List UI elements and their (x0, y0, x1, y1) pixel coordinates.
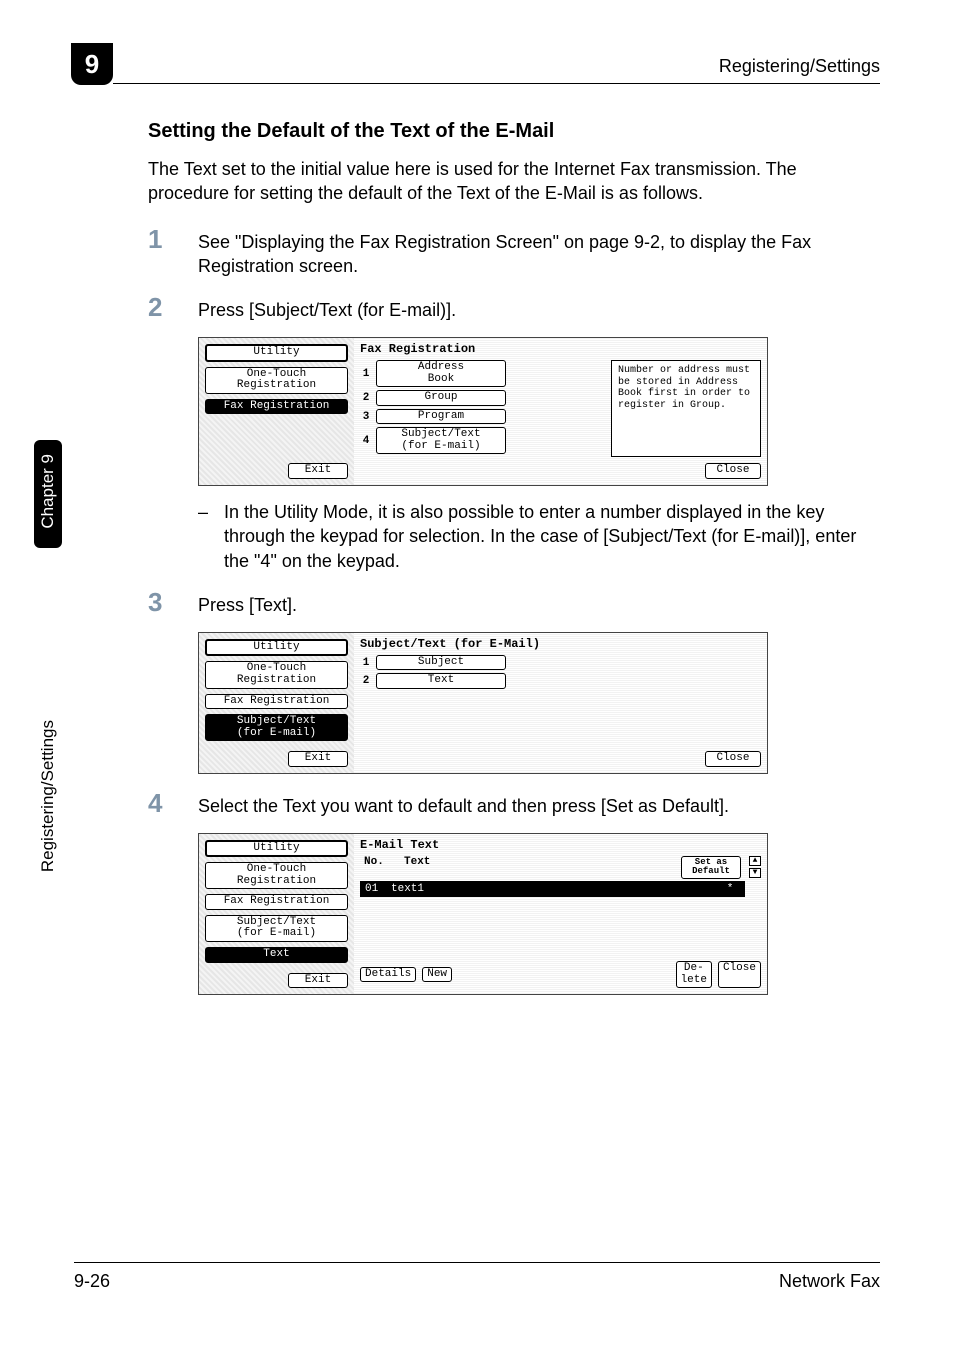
lcd-new-button[interactable]: New (422, 967, 452, 983)
lcd-utility-button[interactable]: Utility (205, 840, 348, 858)
lcd-menu-text[interactable]: Text (376, 673, 506, 689)
sidebar-chapter-label: Chapter 9 (34, 440, 62, 548)
page-heading: Setting the Default of the Text of the E… (148, 120, 880, 143)
bullet-dash: – (198, 500, 208, 573)
lcd-utility-button[interactable]: Utility (205, 639, 348, 657)
lcd-menu-program[interactable]: Program (376, 409, 506, 425)
lcd-title: E-Mail Text (360, 838, 761, 852)
lcd-delete-button[interactable]: De- lete (676, 961, 712, 988)
lcd-close-button[interactable]: Close (705, 751, 761, 767)
step-subnote: In the Utility Mode, it is also possible… (224, 500, 880, 573)
lcd-menu-subject-text[interactable]: Subject/Text (for E-mail) (376, 427, 506, 454)
lcd-scroll-down[interactable]: ▼ (749, 868, 761, 878)
lcd-menu-subject[interactable]: Subject (376, 655, 506, 671)
lcd-text-button[interactable]: Text (205, 947, 348, 963)
lcd-exit-button[interactable]: Exit (288, 973, 348, 989)
sidebar-section-label: Registering/Settings (34, 720, 62, 877)
lcd-row-text: text1 (391, 883, 720, 895)
step-text: See "Displaying the Fax Registration Scr… (198, 230, 880, 279)
lcd-col-no: No. (364, 856, 390, 879)
lcd-menu-group[interactable]: Group (376, 390, 506, 406)
lcd-exit-button[interactable]: Exit (288, 751, 348, 767)
step-number: 1 (148, 224, 170, 255)
footer-doc-title: Network Fax (779, 1271, 880, 1292)
lcd-screenshot-fax-registration: Utility One-Touch Registration Fax Regis… (198, 337, 768, 486)
lcd-row-default-star: * (720, 883, 740, 895)
lcd-info-note: Number or address must be stored in Addr… (611, 360, 761, 457)
lcd-subject-text-button[interactable]: Subject/Text (for E-mail) (205, 714, 348, 741)
step-text: Select the Text you want to default and … (198, 794, 729, 818)
lcd-scroll-up[interactable]: ▲ (749, 856, 761, 866)
lcd-one-touch-button[interactable]: One-Touch Registration (205, 862, 348, 889)
lcd-close-button[interactable]: Close (718, 961, 761, 988)
lcd-text-row[interactable]: 01 text1 * (360, 881, 745, 897)
lcd-utility-button[interactable]: Utility (205, 344, 348, 362)
lcd-title: Fax Registration (360, 342, 761, 356)
lcd-screenshot-email-text: Utility One-Touch Registration Fax Regis… (198, 833, 768, 995)
header-section-title: Registering/Settings (719, 56, 880, 77)
section-number-tab: 9 (71, 43, 113, 85)
lcd-fax-registration-button[interactable]: Fax Registration (205, 399, 348, 415)
lcd-row-no: 01 (365, 883, 391, 895)
lcd-one-touch-button[interactable]: One-Touch Registration (205, 367, 348, 394)
lcd-subject-text-button[interactable]: Subject/Text (for E-mail) (205, 915, 348, 942)
lcd-one-touch-button[interactable]: One-Touch Registration (205, 661, 348, 688)
lcd-menu-address-book[interactable]: Address Book (376, 360, 506, 387)
intro-paragraph: The Text set to the initial value here i… (148, 157, 880, 206)
lcd-screenshot-subject-text: Utility One-Touch Registration Fax Regis… (198, 632, 768, 774)
footer-page-number: 9-26 (74, 1271, 110, 1292)
step-text: Press [Subject/Text (for E-mail)]. (198, 298, 456, 322)
lcd-fax-registration-button[interactable]: Fax Registration (205, 894, 348, 910)
lcd-title: Subject/Text (for E-Mail) (360, 637, 761, 651)
step-text: Press [Text]. (198, 593, 297, 617)
step-number: 4 (148, 788, 170, 819)
step-number: 3 (148, 587, 170, 618)
lcd-details-button[interactable]: Details (360, 967, 416, 983)
lcd-col-text: Text (404, 856, 667, 879)
lcd-set-as-default-button[interactable]: Set as Default (681, 856, 741, 879)
lcd-close-button[interactable]: Close (705, 463, 761, 479)
lcd-exit-button[interactable]: Exit (288, 463, 348, 479)
lcd-fax-registration-button[interactable]: Fax Registration (205, 694, 348, 710)
header-rule (113, 83, 880, 84)
step-number: 2 (148, 292, 170, 323)
